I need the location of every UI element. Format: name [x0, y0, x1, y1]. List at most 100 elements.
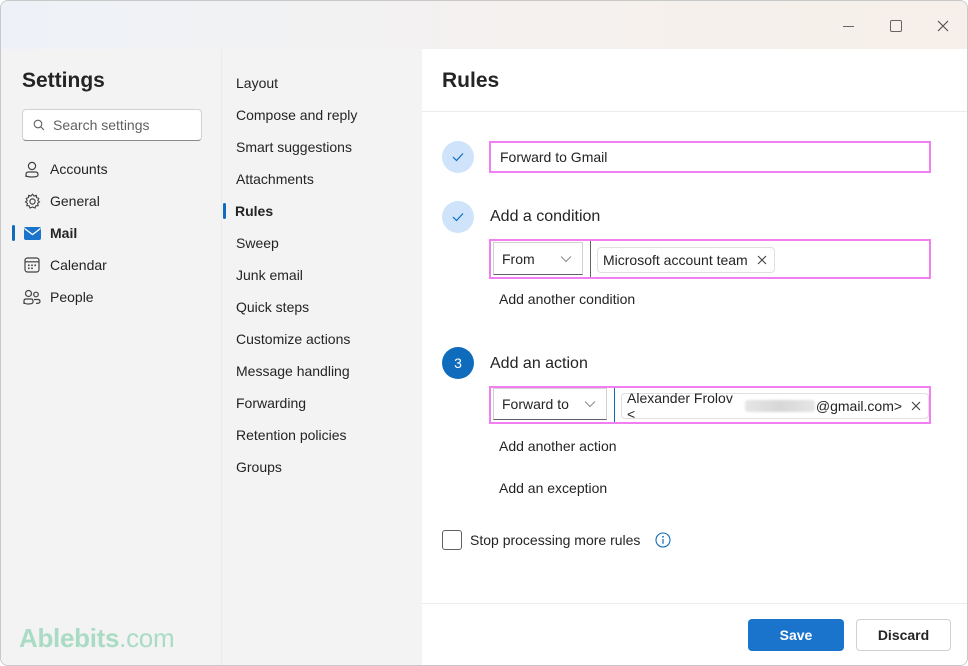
close-icon	[757, 255, 767, 265]
divider	[422, 111, 967, 112]
sidebar-item-mail[interactable]: Mail	[1, 217, 221, 249]
active-indicator	[12, 225, 15, 241]
info-icon[interactable]	[655, 532, 671, 548]
field-separator	[590, 241, 591, 277]
action-type-dropdown[interactable]: Forward to	[493, 388, 607, 420]
subnav-item-label: Forwarding	[236, 395, 307, 411]
condition-type-value: From	[502, 250, 535, 267]
subnav-item-smart-suggestions[interactable]: Smart suggestions	[222, 131, 422, 163]
sidebar-item-general[interactable]: General	[1, 185, 221, 217]
chip-label-suffix: @gmail.com>	[815, 398, 903, 414]
condition-type-dropdown[interactable]: From	[493, 242, 583, 275]
add-another-condition-button[interactable]: Add another condition	[499, 291, 635, 307]
subnav-item-groups[interactable]: Groups	[222, 451, 422, 483]
gear-icon	[23, 192, 41, 210]
maximize-icon	[890, 20, 902, 32]
active-indicator	[223, 203, 226, 219]
close-button[interactable]	[928, 11, 958, 41]
subnav-item-label: Attachments	[236, 171, 314, 187]
sidebar-item-accounts[interactable]: Accounts	[1, 153, 221, 185]
checkmark-icon	[452, 213, 464, 222]
chip-label: Microsoft account team	[603, 252, 748, 268]
calendar-icon	[23, 256, 41, 274]
sidebar-item-people[interactable]: People	[1, 281, 221, 313]
add-exception-button[interactable]: Add an exception	[499, 480, 607, 496]
search-settings-input[interactable]	[53, 117, 193, 133]
stop-processing-label: Stop processing more rules	[470, 532, 641, 548]
step-1-complete	[442, 141, 474, 173]
subnav-item-customize-actions[interactable]: Customize actions	[222, 323, 422, 355]
subnav-item-attachments[interactable]: Attachments	[222, 163, 422, 195]
search-settings-box[interactable]	[22, 109, 202, 141]
subnav-item-label: Smart suggestions	[236, 139, 352, 155]
stop-processing-checkbox[interactable]	[442, 530, 462, 550]
sidebar-item-calendar[interactable]: Calendar	[1, 249, 221, 281]
checkmark-icon	[452, 153, 464, 162]
add-another-action-button[interactable]: Add another action	[499, 438, 617, 454]
chevron-down-icon	[584, 401, 596, 408]
subnav-item-layout[interactable]: Layout	[222, 67, 422, 99]
condition-row: From Microsoft account team	[489, 239, 931, 279]
subnav-item-message-handling[interactable]: Message handling	[222, 355, 422, 387]
redacted-email	[745, 400, 815, 412]
people-icon	[23, 288, 41, 306]
divider	[422, 603, 967, 604]
settings-window: Settings Accounts General Mail Calendar …	[0, 0, 968, 666]
sidebar-item-label: General	[50, 193, 100, 209]
subnav-item-label: Retention policies	[236, 427, 347, 443]
action-row: Forward to Alexander Frolov < @gmail.com…	[489, 386, 931, 424]
mail-settings-nav: Layout Compose and reply Smart suggestio…	[221, 49, 422, 665]
title-bar	[1, 1, 967, 49]
discard-button[interactable]: Discard	[856, 619, 951, 651]
remove-chip-button[interactable]	[910, 400, 922, 412]
subnav-item-label: Rules	[235, 203, 274, 219]
subnav-item-label: Quick steps	[236, 299, 310, 315]
subnav-item-compose-and-reply[interactable]: Compose and reply	[222, 99, 422, 131]
subnav-item-quick-steps[interactable]: Quick steps	[222, 291, 422, 323]
field-separator	[614, 388, 615, 422]
step-3-current: 3	[442, 347, 474, 379]
subnav-item-label: Junk email	[236, 267, 303, 283]
subnav-item-forwarding[interactable]: Forwarding	[222, 387, 422, 419]
maximize-button[interactable]	[881, 11, 911, 41]
close-icon	[937, 20, 949, 32]
minimize-icon	[842, 25, 854, 27]
action-heading: Add an action	[490, 355, 588, 372]
subnav-item-rules[interactable]: Rules	[222, 195, 422, 227]
subnav-item-label: Compose and reply	[236, 107, 358, 123]
mail-icon	[23, 224, 41, 242]
chip-label-prefix: Alexander Frolov <	[627, 390, 733, 422]
person-icon	[23, 160, 41, 178]
condition-heading: Add a condition	[490, 208, 601, 225]
sidebar-item-label: Mail	[50, 225, 78, 241]
page-title: Rules	[442, 69, 500, 92]
rule-name-field[interactable]	[489, 141, 931, 173]
chevron-down-icon	[560, 255, 572, 262]
settings-sidebar: Settings Accounts General Mail Calendar …	[1, 49, 221, 665]
brand-name: Ablebits	[19, 623, 120, 653]
close-icon	[911, 401, 921, 411]
subnav-item-label: Groups	[236, 459, 282, 475]
sidebar-item-label: People	[50, 289, 94, 305]
subnav-item-label: Sweep	[236, 235, 279, 251]
save-button[interactable]: Save	[748, 619, 844, 651]
subnav-item-junk-email[interactable]: Junk email	[222, 259, 422, 291]
remove-chip-button[interactable]	[756, 254, 768, 266]
subnav-item-label: Customize actions	[236, 331, 351, 347]
action-recipient-chip[interactable]: Alexander Frolov < @gmail.com>	[621, 390, 929, 422]
action-type-value: Forward to	[502, 396, 569, 412]
minimize-button[interactable]	[833, 11, 863, 41]
subnav-item-label: Message handling	[236, 363, 350, 379]
subnav-item-label: Layout	[236, 75, 279, 91]
rule-name-input[interactable]	[500, 149, 929, 165]
step-number: 3	[454, 355, 462, 371]
condition-recipient-chip[interactable]: Microsoft account team	[597, 247, 775, 273]
subnav-item-retention-policies[interactable]: Retention policies	[222, 419, 422, 451]
stop-processing-row: Stop processing more rules	[442, 530, 671, 550]
settings-title: Settings	[22, 69, 105, 92]
sidebar-item-label: Calendar	[50, 257, 107, 273]
step-2-complete	[442, 201, 474, 233]
search-icon	[33, 119, 45, 131]
brand-suffix: .com	[119, 623, 175, 653]
subnav-item-sweep[interactable]: Sweep	[222, 227, 422, 259]
